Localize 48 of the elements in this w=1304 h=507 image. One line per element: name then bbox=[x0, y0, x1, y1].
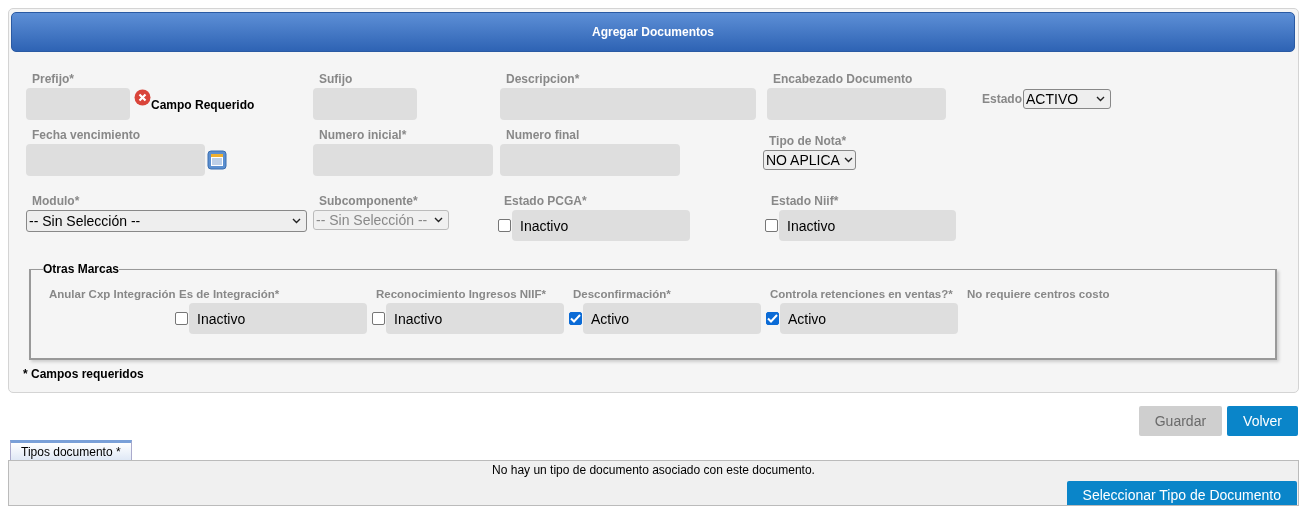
field-label: No requiere centros costo bbox=[967, 287, 1110, 301]
field-label: Desconfirmación* bbox=[573, 287, 672, 301]
field-label: Estado PCGA* bbox=[504, 194, 588, 208]
field-label: Fecha vencimiento bbox=[32, 128, 142, 142]
tab[interactable]: Tipos documento * bbox=[10, 440, 132, 460]
field-label: Prefijo* bbox=[32, 72, 75, 86]
checkbox[interactable] bbox=[175, 312, 188, 325]
status-field: Inactivo bbox=[779, 210, 956, 241]
checkbox[interactable] bbox=[498, 219, 511, 232]
button[interactable]: Volver bbox=[1227, 406, 1298, 436]
panel-header: Agregar Documentos bbox=[11, 12, 1295, 52]
dropdown[interactable]: ACTIVO bbox=[1023, 89, 1111, 109]
checkbox[interactable] bbox=[765, 219, 778, 232]
required-note: * Campos requeridos bbox=[23, 367, 145, 381]
status-field: Inactivo bbox=[189, 303, 367, 334]
field-label: Tipo de Nota* bbox=[769, 134, 848, 148]
empty-message: No hay un tipo de documento asociado con este documento. bbox=[491, 462, 816, 477]
field-label: Controla retenciones en ventas?* bbox=[770, 287, 954, 301]
checkbox[interactable] bbox=[372, 312, 385, 325]
dropdown[interactable]: -- Sin Selección -- bbox=[26, 210, 307, 232]
status-field: Inactivo bbox=[512, 210, 690, 241]
status-field: Activo bbox=[780, 303, 958, 334]
field-label: Anular Cxp Integración bbox=[49, 287, 177, 301]
chevron-icon bbox=[1096, 96, 1105, 102]
field-label: Numero final bbox=[506, 128, 581, 142]
status-field: Activo bbox=[583, 303, 761, 334]
error-message: Campo Requerido bbox=[151, 98, 255, 112]
field-label: Estado bbox=[982, 92, 1022, 106]
field-label: Estado Niif* bbox=[771, 194, 840, 208]
checkbox[interactable] bbox=[569, 312, 582, 325]
error-icon bbox=[134, 88, 151, 106]
field-label: Sufijo bbox=[319, 72, 354, 86]
chevron-icon bbox=[434, 217, 443, 223]
chevron-icon bbox=[843, 157, 853, 163]
field-label: Es de Integración* bbox=[179, 287, 281, 301]
dropdown[interactable]: NO APLICA bbox=[763, 150, 856, 170]
field-label: Reconocimiento Ingresos NIIF* bbox=[376, 287, 547, 301]
field-label: Modulo* bbox=[32, 194, 81, 208]
field-label: Encabezado Documento bbox=[773, 72, 914, 86]
field-label: Subcomponente* bbox=[319, 194, 419, 208]
chevron-icon bbox=[292, 218, 301, 224]
fieldset-legend: Otras Marcas bbox=[43, 262, 120, 276]
field-label: Descripcion* bbox=[506, 72, 581, 86]
field-label: Numero inicial* bbox=[319, 128, 408, 142]
calendar-icon bbox=[207, 150, 227, 170]
status-field: Inactivo bbox=[386, 303, 564, 334]
select-type-button[interactable]: Seleccionar Tipo de Documento bbox=[1066, 481, 1297, 505]
checkbox[interactable] bbox=[766, 312, 779, 325]
